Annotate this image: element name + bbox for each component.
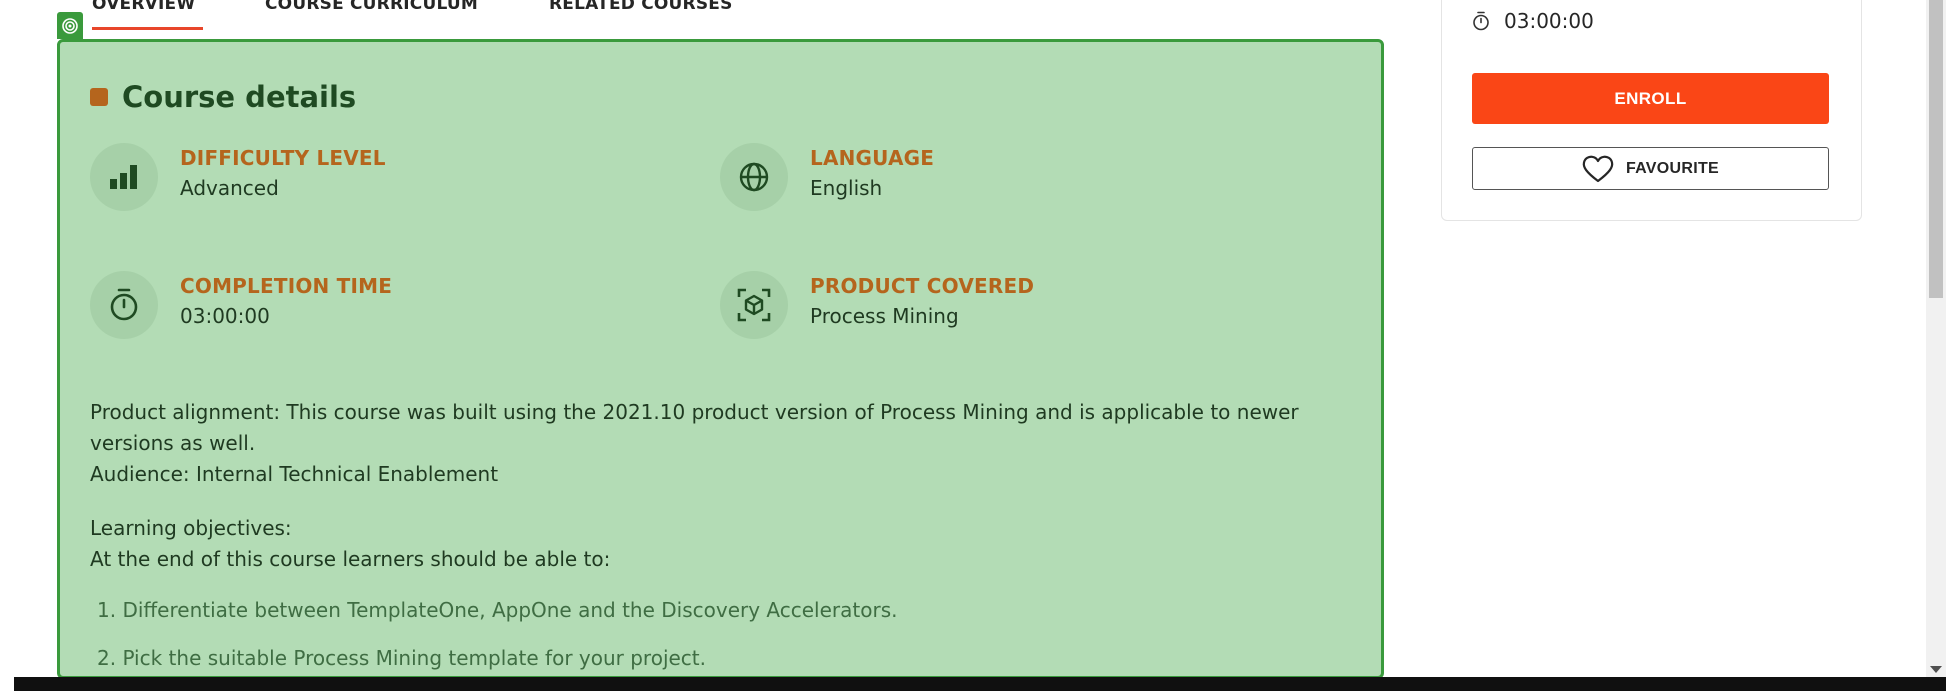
- favourite-button[interactable]: FAVOURITE: [1472, 147, 1829, 190]
- audience-text: Audience: Internal Technical Enablement: [90, 462, 499, 486]
- product-value: Process Mining: [810, 304, 959, 328]
- page-scrollbar[interactable]: [1926, 0, 1946, 677]
- language-label: LANGUAGE: [810, 146, 935, 170]
- tab-related-courses[interactable]: RELATED COURSES: [549, 0, 809, 30]
- course-description: Product alignment: This course was built…: [90, 397, 1330, 676]
- heart-icon: [1582, 155, 1614, 182]
- favourite-label: FAVOURITE: [1625, 159, 1720, 177]
- objectives-list: 1. Differentiate between TemplateOne, Ap…: [90, 595, 1330, 674]
- scrollbar-thumb[interactable]: [1929, 0, 1943, 298]
- objectives-heading: Learning objectives:: [90, 516, 292, 540]
- enroll-card: 03:00:00 ENROLL FAVOURITE: [1441, 0, 1862, 221]
- completion-value: 03:00:00: [180, 304, 270, 328]
- bar-chart-icon: [90, 143, 158, 211]
- enroll-button[interactable]: ENROLL: [1472, 73, 1829, 124]
- course-details-panel: Course details DIFFICULTY LEVEL Advanced…: [57, 39, 1384, 679]
- difficulty-label: DIFFICULTY LEVEL: [180, 146, 386, 170]
- title-marker: [90, 88, 108, 106]
- difficulty-value: Advanced: [180, 176, 279, 200]
- scroll-down-arrow-icon[interactable]: [1930, 666, 1942, 673]
- completion-detail: COMPLETION TIME 03:00:00: [90, 271, 392, 339]
- course-details-heading: Course details: [90, 80, 356, 114]
- section-title: Course details: [122, 80, 357, 114]
- list-item: 1. Differentiate between TemplateOne, Ap…: [97, 598, 898, 622]
- duration-value: 03:00:00: [1504, 9, 1594, 33]
- taskbar-corner: [0, 677, 14, 691]
- taskbar: [0, 677, 1946, 691]
- list-item: 2. Pick the suitable Process Mining temp…: [97, 646, 706, 670]
- language-value: English: [810, 176, 883, 200]
- objectives-intro: At the end of this course learners shoul…: [90, 547, 611, 571]
- duration-row: 03:00:00: [1472, 9, 1594, 33]
- cube-scan-icon: [720, 271, 788, 339]
- tab-course-curriculum[interactable]: COURSE CURRICULUM: [265, 0, 549, 30]
- stopwatch-icon: [90, 271, 158, 339]
- globe-icon: [720, 143, 788, 211]
- product-label: PRODUCT COVERED: [810, 274, 1035, 298]
- difficulty-detail: DIFFICULTY LEVEL Advanced: [90, 143, 386, 211]
- course-tabs: OVERVIEW COURSE CURRICULUM RELATED COURS…: [92, 0, 809, 36]
- completion-label: COMPLETION TIME: [180, 274, 393, 298]
- language-detail: LANGUAGE English: [720, 143, 934, 211]
- tab-overview[interactable]: OVERVIEW: [92, 0, 265, 30]
- product-detail: PRODUCT COVERED Process Mining: [720, 271, 1034, 339]
- stopwatch-icon: [1473, 11, 1489, 31]
- product-alignment-text: Product alignment: This course was built…: [90, 400, 1299, 455]
- target-icon: [57, 12, 83, 39]
